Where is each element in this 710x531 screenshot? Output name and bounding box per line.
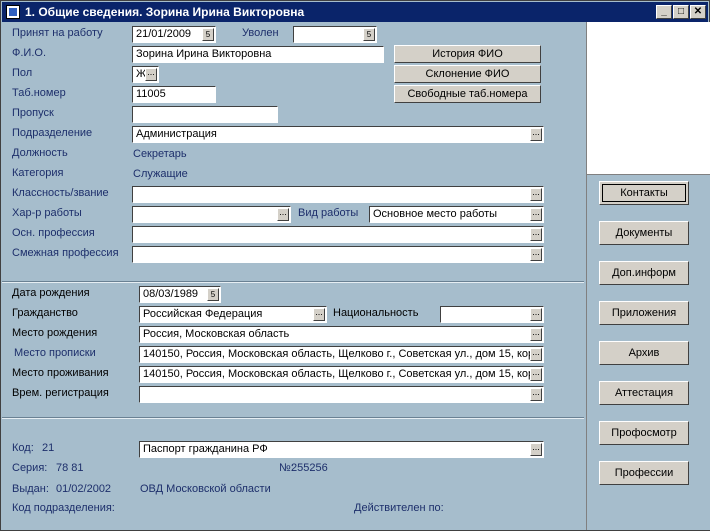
valid-label: Действителен по:	[354, 502, 444, 514]
fio-label: Ф.И.О.	[12, 47, 46, 59]
worktype-label: Хар-р работы	[12, 207, 82, 219]
photo-area	[586, 22, 710, 175]
issuer-value: ОВД Московской области	[140, 483, 271, 495]
minimize-button[interactable]: _	[656, 5, 672, 19]
free-tabnum-button[interactable]: Свободные таб.номера	[394, 85, 541, 103]
tempreg-label: Врем. регистрация	[12, 387, 109, 399]
section-divider	[2, 281, 584, 283]
registration-field[interactable]: 140150, Россия, Московская область, Щелк…	[139, 346, 544, 363]
dob-field[interactable]: 08/03/1989 5	[139, 286, 221, 303]
ellipsis-icon[interactable]: ...	[530, 208, 542, 221]
medical-exam-button[interactable]: Профосмотр	[599, 421, 689, 445]
issued-date: 01/02/2002	[56, 483, 112, 495]
workkind-field[interactable]: Основное место работы...	[369, 206, 544, 223]
main-window: 1. Общие сведения. Зорина Ирина Викторов…	[0, 0, 710, 531]
fio-field[interactable]: Зорина Ирина Викторовна	[132, 46, 384, 63]
gender-label: Пол	[12, 67, 33, 79]
nationality-field[interactable]: ...	[440, 306, 544, 323]
residence-label: Место проживания	[12, 367, 109, 379]
deptcode-label: Код подразделения:	[12, 502, 115, 514]
gender-field[interactable]: Ж...	[132, 66, 159, 83]
ellipsis-icon[interactable]: ...	[530, 368, 542, 381]
archive-button[interactable]: Архив	[599, 341, 689, 365]
category-label: Категория	[12, 167, 64, 179]
category-value: Служащие	[133, 168, 188, 180]
hired-date-field[interactable]: 21/01/2009 5	[132, 26, 216, 43]
left-panel: Принят на работу 21/01/2009 5 Уволен 5 Ф.…	[2, 22, 584, 529]
class-label: Классность/звание	[12, 187, 109, 199]
mainprof-field[interactable]: ...	[132, 226, 544, 243]
app-icon	[6, 5, 20, 19]
ellipsis-icon[interactable]: ...	[530, 348, 542, 361]
professions-button[interactable]: Профессии	[599, 461, 689, 485]
tabnum-label: Таб.номер	[12, 87, 66, 99]
documents-button[interactable]: Документы	[599, 221, 689, 245]
ellipsis-icon[interactable]: ...	[530, 328, 542, 341]
calendar-icon[interactable]: 5	[202, 28, 214, 41]
citizenship-field[interactable]: Российская Федерация...	[139, 306, 327, 323]
tempreg-field[interactable]: ...	[139, 386, 544, 403]
citizenship-label: Гражданство	[12, 307, 78, 319]
additional-info-button[interactable]: Доп.информ	[599, 261, 689, 285]
sidebar: Контакты Документы Доп.информ Приложения…	[586, 175, 710, 530]
class-field[interactable]: ...	[132, 186, 544, 203]
position-label: Должность	[12, 147, 68, 159]
fired-label: Уволен	[242, 27, 279, 39]
close-button[interactable]: ✕	[690, 5, 706, 19]
maximize-button[interactable]: □	[673, 5, 689, 19]
attestation-button[interactable]: Аттестация	[599, 381, 689, 405]
calendar-icon[interactable]: 5	[363, 28, 375, 41]
ellipsis-icon[interactable]: ...	[530, 443, 542, 456]
nationality-label: Национальность	[333, 307, 419, 319]
declension-fio-button[interactable]: Склонение ФИО	[394, 65, 541, 83]
section-divider	[2, 417, 584, 419]
doc-type-field[interactable]: Паспорт гражданина РФ...	[139, 441, 544, 458]
ellipsis-icon[interactable]: ...	[530, 248, 542, 261]
dept-label: Подразделение	[12, 127, 93, 139]
doc-code-label: Код:	[12, 442, 34, 454]
series-label: Серия:	[12, 462, 48, 474]
doc-code-value: 21	[42, 442, 55, 454]
title-bar: 1. Общие сведения. Зорина Ирина Викторов…	[2, 2, 708, 22]
registration-label: Место прописки	[14, 347, 96, 359]
ellipsis-icon[interactable]: ...	[530, 228, 542, 241]
calendar-icon[interactable]: 5	[207, 288, 219, 301]
mainprof-label: Осн. профессия	[12, 227, 95, 239]
ellipsis-icon[interactable]: ...	[313, 308, 325, 321]
birthplace-field[interactable]: Россия, Московская область...	[139, 326, 544, 343]
pass-label: Пропуск	[12, 107, 54, 119]
ellipsis-icon[interactable]: ...	[277, 208, 289, 221]
series-value: 78 81	[56, 462, 84, 474]
worktype-field[interactable]: ...	[132, 206, 291, 223]
adjprof-label: Смежная профессия	[12, 247, 119, 259]
attachments-button[interactable]: Приложения	[599, 301, 689, 325]
ellipsis-icon[interactable]: ...	[530, 188, 542, 201]
ellipsis-icon[interactable]: ...	[530, 388, 542, 401]
adjprof-field[interactable]: ...	[132, 246, 544, 263]
window-title: 1. Общие сведения. Зорина Ирина Викторов…	[25, 5, 305, 19]
ellipsis-icon[interactable]: ...	[530, 128, 542, 141]
ellipsis-icon[interactable]: ...	[530, 308, 542, 321]
hired-label: Принят на работу	[12, 27, 103, 39]
history-fio-button[interactable]: История ФИО	[394, 45, 541, 63]
ellipsis-icon[interactable]: ...	[145, 68, 157, 81]
birthplace-label: Место рождения	[12, 327, 98, 339]
contacts-button[interactable]: Контакты	[599, 181, 689, 205]
residence-field[interactable]: 140150, Россия, Московская область, Щелк…	[139, 366, 544, 383]
workkind-label: Вид работы	[298, 207, 359, 219]
dob-label: Дата рождения	[12, 287, 90, 299]
tabnum-field[interactable]: 11005	[132, 86, 216, 103]
issued-label: Выдан:	[12, 483, 49, 495]
pass-field[interactable]	[132, 106, 278, 123]
position-value: Секретарь	[133, 148, 187, 160]
number-value: 255256	[291, 462, 328, 474]
dept-field[interactable]: Администрация...	[132, 126, 544, 143]
fired-date-field[interactable]: 5	[293, 26, 377, 43]
